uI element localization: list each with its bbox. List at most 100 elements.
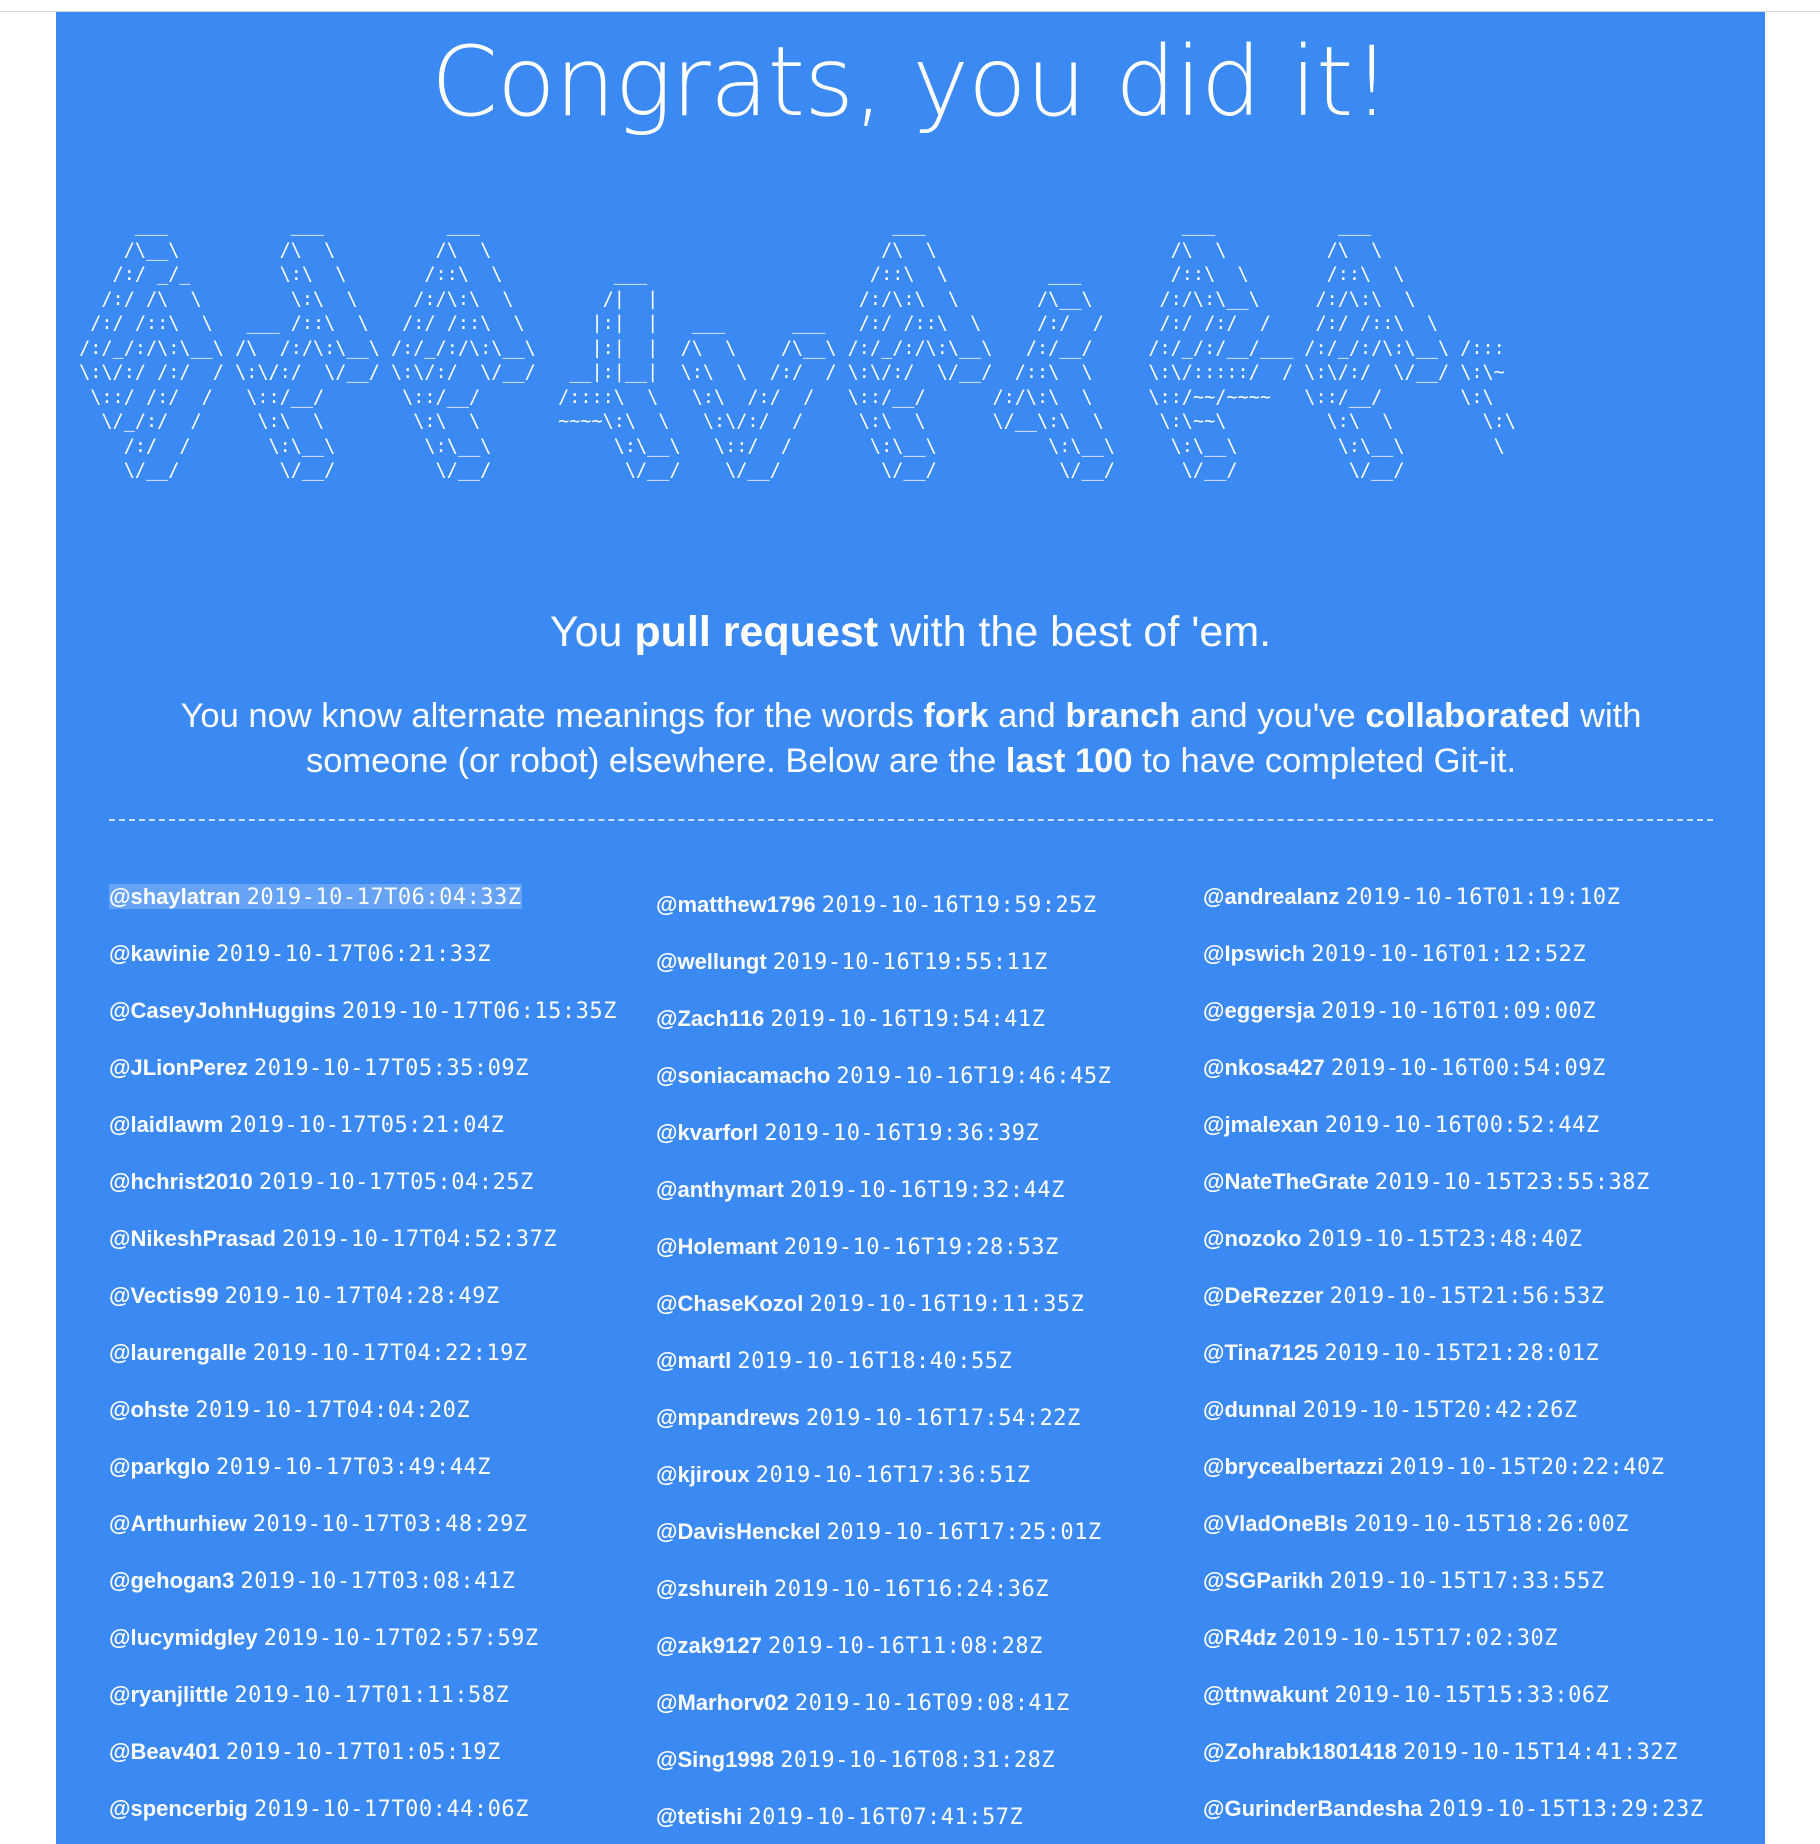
username-link[interactable]: @hchrist2010 <box>109 1169 253 1194</box>
username-link[interactable]: @SGParikh <box>1203 1568 1324 1593</box>
username-link[interactable]: @Beav401 <box>109 1739 220 1764</box>
completion-entry-text: @mpandrews 2019-10-16T17:54:22Z <box>656 1405 1081 1431</box>
completion-entry: @Marhorv02 2019-10-16T09:08:41Z <box>656 1684 1176 1723</box>
completion-entry: @R4dz 2019-10-15T17:02:30Z <box>1203 1619 1723 1658</box>
username-link[interactable]: @eggersja <box>1203 998 1315 1023</box>
intro-text-1: You now know alternate meanings for the … <box>180 697 924 735</box>
username-link[interactable]: @zak9127 <box>656 1633 762 1658</box>
completion-entry: @eggersja 2019-10-16T01:09:00Z <box>1203 992 1723 1031</box>
completion-entry-text: @Zohrabk1801418 2019-10-15T14:41:32Z <box>1203 1739 1678 1765</box>
completions-column-3: @andrealanz 2019-10-16T01:19:10Z @Ipswich… <box>1203 878 1723 1844</box>
completion-entry: @anthymart 2019-10-16T19:32:44Z <box>656 1171 1176 1210</box>
completion-entry-text: @Arthurhiew 2019-10-17T03:48:29Z <box>109 1511 528 1537</box>
username-link[interactable]: @Arthurhiew <box>109 1511 247 1536</box>
username-link[interactable]: @martl <box>656 1348 731 1373</box>
completion-entry: @wellungt 2019-10-16T19:55:11Z <box>656 943 1176 982</box>
username-link[interactable]: @ttnwakunt <box>1203 1682 1328 1707</box>
completion-entry: @Beav401 2019-10-17T01:05:19Z <box>109 1733 629 1772</box>
username-link[interactable]: @Vectis99 <box>109 1283 219 1308</box>
completion-entry: @Zohrabk1801418 2019-10-15T14:41:32Z <box>1203 1733 1723 1772</box>
username-link[interactable]: @dunnal <box>1203 1397 1297 1422</box>
completion-timestamp: 2019-10-15T20:22:40Z <box>1389 1455 1665 1480</box>
username-link[interactable]: @NateTheGrate <box>1203 1169 1369 1194</box>
username-link[interactable]: @nkosa427 <box>1203 1055 1325 1080</box>
username-link[interactable]: @JLionPerez <box>109 1055 248 1080</box>
username-link[interactable]: @Zach116 <box>656 1006 764 1031</box>
username-link[interactable]: @soniacamacho <box>656 1063 830 1088</box>
username-link[interactable]: @shaylatran <box>109 884 241 909</box>
username-link[interactable]: @NikeshPrasad <box>109 1226 276 1251</box>
intro-text-5: to have completed Git-it. <box>1132 742 1517 780</box>
completion-entry-text: @lucymidgley 2019-10-17T02:57:59Z <box>109 1625 539 1651</box>
completion-timestamp: 2019-10-17T02:57:59Z <box>263 1626 539 1651</box>
username-link[interactable]: @Sing1998 <box>656 1747 774 1772</box>
username-link[interactable]: @Marhorv02 <box>656 1690 789 1715</box>
username-link[interactable]: @lucymidgley <box>109 1625 258 1650</box>
username-link[interactable]: @kawinie <box>109 941 210 966</box>
username-link[interactable]: @R4dz <box>1203 1625 1277 1650</box>
completion-timestamp: 2019-10-17T00:44:06Z <box>253 1797 529 1822</box>
username-link[interactable]: @Tina7125 <box>1203 1340 1318 1365</box>
username-link[interactable]: @Holemant <box>656 1234 778 1259</box>
completion-entry-text: @laurengalle 2019-10-17T04:22:19Z <box>109 1340 528 1366</box>
tagline-pre: You <box>549 608 635 656</box>
username-link[interactable]: @kvarforl <box>656 1120 758 1145</box>
username-link[interactable]: @nozoko <box>1203 1226 1301 1251</box>
completion-entry-text: @ttnwakunt 2019-10-15T15:33:06Z <box>1203 1682 1609 1708</box>
completion-entry-text: @ChaseKozol 2019-10-16T19:11:35Z <box>656 1291 1084 1317</box>
username-link[interactable]: @zshureih <box>656 1576 768 1601</box>
completion-entry-text: @brycealbertazzi 2019-10-15T20:22:40Z <box>1203 1454 1665 1480</box>
completion-entry: @laurengalle 2019-10-17T04:22:19Z <box>109 1334 629 1373</box>
completions-column-2: @matthew1796 2019-10-16T19:59:25Z @wellun… <box>656 886 1176 1844</box>
completion-entry: @shaylatran 2019-10-17T06:04:33Z <box>109 878 629 917</box>
completion-entry: @spencerbig 2019-10-17T00:44:06Z <box>109 1790 629 1829</box>
username-link[interactable]: @GurinderBandesha <box>1203 1796 1423 1821</box>
completion-entry: @hchrist2010 2019-10-17T05:04:25Z <box>109 1163 629 1202</box>
username-link[interactable]: @VladOneBls <box>1203 1511 1348 1536</box>
completion-timestamp: 2019-10-17T05:21:04Z <box>229 1113 505 1138</box>
username-link[interactable]: @jmalexan <box>1203 1112 1319 1137</box>
username-link[interactable]: @ohste <box>109 1397 189 1422</box>
completion-entry: @martl 2019-10-16T18:40:55Z <box>656 1342 1176 1381</box>
completion-timestamp: 2019-10-15T17:02:30Z <box>1283 1626 1559 1651</box>
username-link[interactable]: @parkglo <box>109 1454 210 1479</box>
completion-entry: @matthew1796 2019-10-16T19:59:25Z <box>656 886 1176 925</box>
tagline: You pull request with the best of 'em. <box>56 602 1765 662</box>
username-link[interactable]: @kjiroux <box>656 1462 750 1487</box>
username-link[interactable]: @matthew1796 <box>656 892 816 917</box>
completion-timestamp: 2019-10-17T03:08:41Z <box>240 1569 516 1594</box>
username-link[interactable]: @DavisHenckel <box>656 1519 821 1544</box>
username-link[interactable]: @wellungt <box>656 949 767 974</box>
username-link[interactable]: @ryanjlittle <box>109 1682 228 1707</box>
username-link[interactable]: @tetishi <box>656 1804 742 1829</box>
window-top-border <box>0 0 1820 12</box>
username-link[interactable]: @Ipswich <box>1203 941 1305 966</box>
completion-entry: @VladOneBls 2019-10-15T18:26:00Z <box>1203 1505 1723 1544</box>
completion-entry-text: @kawinie 2019-10-17T06:21:33Z <box>109 941 491 967</box>
completion-entry: @Tina7125 2019-10-15T21:28:01Z <box>1203 1334 1723 1373</box>
username-link[interactable]: @ChaseKozol <box>656 1291 803 1316</box>
username-link[interactable]: @laidlawm <box>109 1112 223 1137</box>
completion-entry: @ryanjlittle 2019-10-17T01:11:58Z <box>109 1676 629 1715</box>
completion-entry-text: @Holemant 2019-10-16T19:28:53Z <box>656 1234 1059 1260</box>
username-link[interactable]: @andrealanz <box>1203 884 1339 909</box>
username-link[interactable]: @laurengalle <box>109 1340 247 1365</box>
completion-timestamp: 2019-10-16T17:36:51Z <box>755 1463 1031 1488</box>
completion-entry: @JLionPerez 2019-10-17T05:35:09Z <box>109 1049 629 1088</box>
completion-timestamp: 2019-10-16T19:46:45Z <box>836 1064 1112 1089</box>
completion-entry: @Zach116 2019-10-16T19:54:41Z <box>656 1000 1176 1039</box>
username-link[interactable]: @DeRezzer <box>1203 1283 1324 1308</box>
username-link[interactable]: @anthymart <box>656 1177 784 1202</box>
dashed-divider <box>109 819 1713 821</box>
completion-timestamp: 2019-10-17T04:28:49Z <box>224 1284 500 1309</box>
username-link[interactable]: @CaseyJohnHuggins <box>109 998 336 1023</box>
username-link[interactable]: @brycealbertazzi <box>1203 1454 1383 1479</box>
congrats-page: Congrats, you did it! ___ ___ ___ ___ __… <box>56 12 1765 1844</box>
username-link[interactable]: @gehogan3 <box>109 1568 234 1593</box>
username-link[interactable]: @mpandrews <box>656 1405 800 1430</box>
username-link[interactable]: @Zohrabk1801418 <box>1203 1739 1397 1764</box>
completion-entry: @soniacamacho 2019-10-16T19:46:45Z <box>656 1057 1176 1096</box>
completion-entry-text: @NateTheGrate 2019-10-15T23:55:38Z <box>1203 1169 1650 1195</box>
completion-timestamp: 2019-10-16T01:12:52Z <box>1311 942 1587 967</box>
username-link[interactable]: @spencerbig <box>109 1796 248 1821</box>
